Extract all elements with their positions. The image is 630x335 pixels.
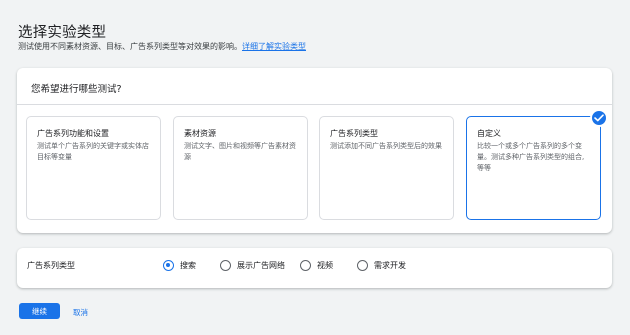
radio-label: 视频 (317, 261, 333, 270)
option-description: 测试文字、图片和视频等广告素材资源 (184, 142, 296, 161)
radio-label: 展示广告网络 (237, 261, 285, 270)
campaign-type-card: 广告系列类型 搜索 展示广告网络 视频 需求开发 (17, 248, 612, 288)
radio-unselected-icon (220, 260, 231, 271)
option-campaign-settings[interactable]: 广告系列功能和设置 测试单个广告系列的关键字或实体店目标等变量 (26, 116, 161, 220)
learn-more-link[interactable]: 详细了解实验类型 (242, 42, 306, 51)
radio-search[interactable]: 搜索 (163, 260, 196, 271)
radio-label: 需求开发 (374, 261, 406, 270)
option-title: 素材资源 (184, 129, 216, 138)
subtitle-text: 测试使用不同素材资源、目标、广告系列类型等对效果的影响。 (18, 42, 242, 51)
campaign-type-label: 广告系列类型 (27, 261, 75, 270)
option-assets[interactable]: 素材资源 测试文字、图片和视频等广告素材资源 (173, 116, 308, 220)
page-subtitle: 测试使用不同素材资源、目标、广告系列类型等对效果的影响。详细了解实验类型 (18, 41, 306, 52)
radio-label: 搜索 (180, 261, 196, 270)
option-description: 测试单个广告系列的关键字或实体店目标等变量 (37, 142, 149, 161)
option-title: 广告系列类型 (330, 129, 378, 138)
test-question: 您希望进行哪些测试? (31, 84, 122, 95)
radio-selected-icon (163, 260, 174, 271)
test-selection-card: 您希望进行哪些测试? 广告系列功能和设置 测试单个广告系列的关键字或实体店目标等… (17, 68, 612, 233)
option-title: 自定义 (477, 129, 501, 138)
experiment-type-page: 选择实验类型 测试使用不同素材资源、目标、广告系列类型等对效果的影响。详细了解实… (0, 0, 630, 335)
page-title: 选择实验类型 (18, 25, 107, 41)
option-custom[interactable]: 自定义 比较一个或多个广告系列的多个变量。测试多种广告系列类型的组合,等等 (466, 109, 608, 220)
checkmark-glyph (594, 114, 604, 122)
option-campaign-type[interactable]: 广告系列类型 测试添加不同广告系列类型后的效果 (319, 116, 454, 220)
option-title: 广告系列功能和设置 (37, 129, 109, 138)
card-divider (17, 104, 612, 105)
radio-unselected-icon (300, 260, 311, 271)
option-description: 比较一个或多个广告系列的多个变量。测试多种广告系列类型的组合,等等 (477, 142, 585, 172)
checkmark-icon (590, 109, 608, 127)
continue-button[interactable]: 继续 (19, 303, 60, 319)
radio-display-network[interactable]: 展示广告网络 (220, 260, 285, 271)
cancel-button[interactable]: 取消 (73, 307, 88, 318)
radio-unselected-icon (357, 260, 368, 271)
radio-video[interactable]: 视频 (300, 260, 333, 271)
option-description: 测试添加不同广告系列类型后的效果 (330, 142, 442, 150)
radio-demand-gen[interactable]: 需求开发 (357, 260, 406, 271)
